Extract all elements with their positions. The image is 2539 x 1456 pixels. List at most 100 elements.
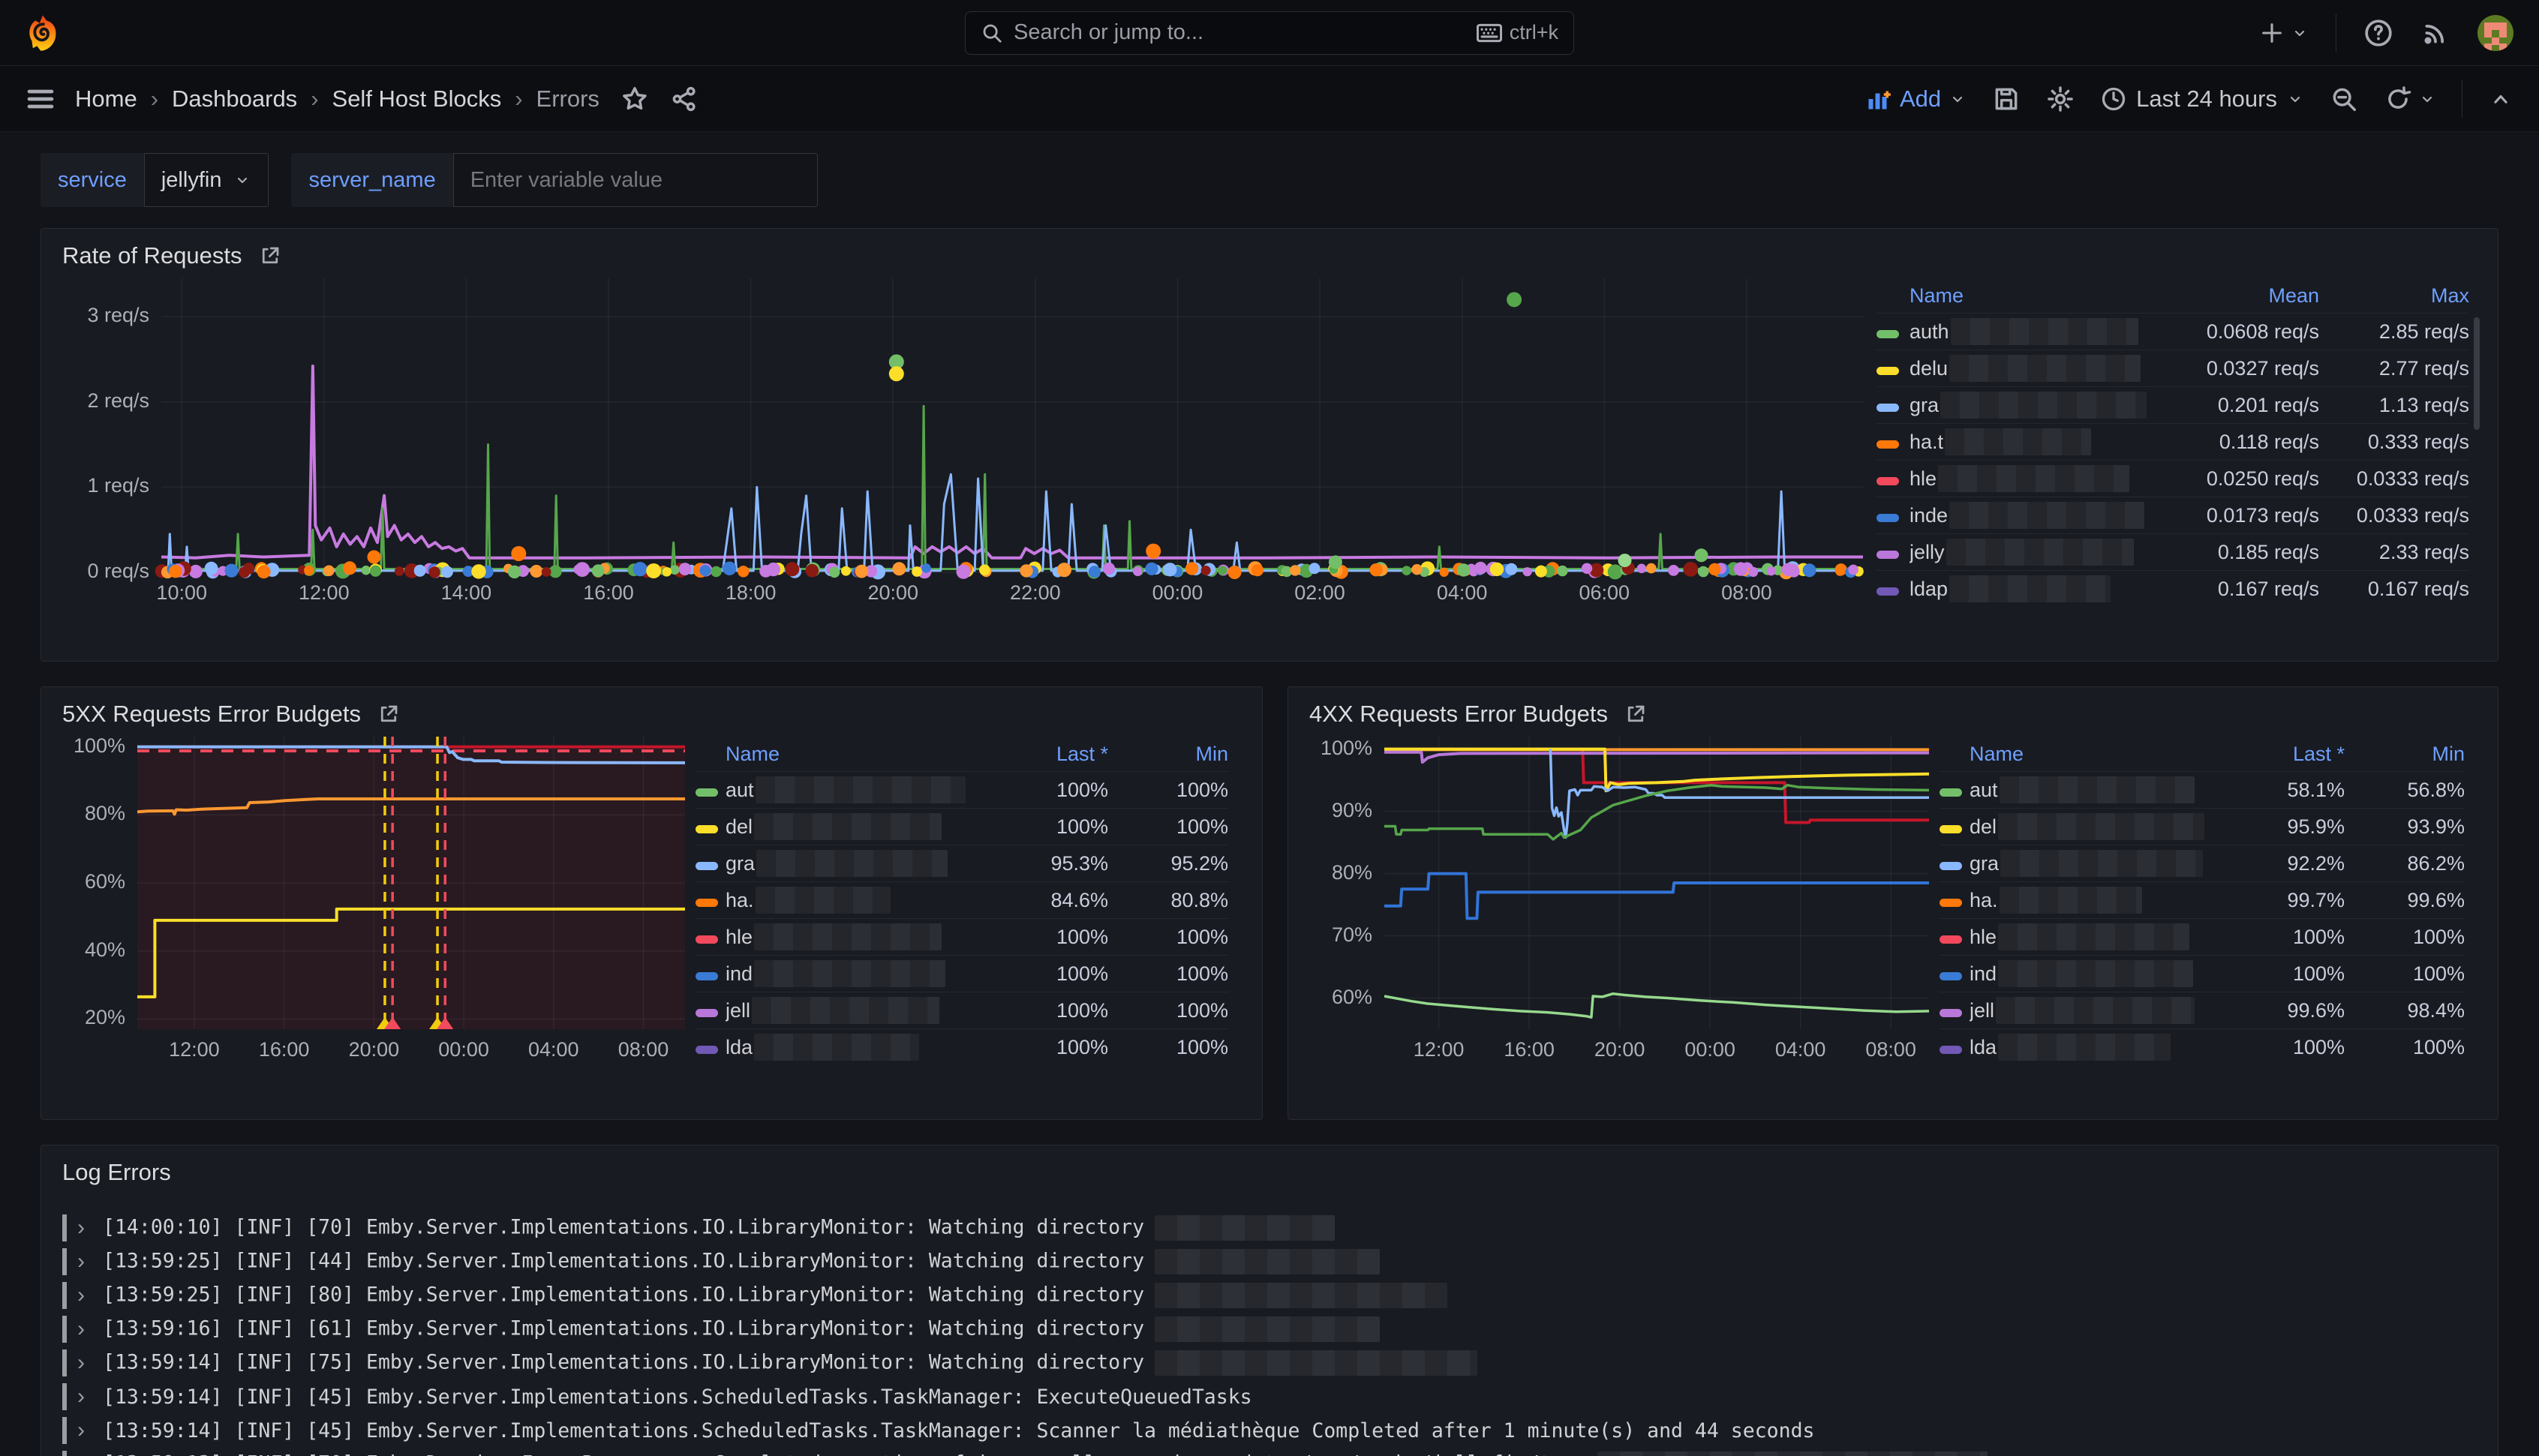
log-line[interactable]: ›[13:59:25] [INF] [44] Emby.Server.Imple…: [62, 1245, 2477, 1278]
new-button[interactable]: [2259, 20, 2309, 46]
expand-chevron-icon[interactable]: ›: [77, 1384, 103, 1409]
user-avatar[interactable]: [2477, 15, 2513, 51]
legend-col-2[interactable]: Min: [1108, 743, 1228, 766]
series-color-pill: [1940, 899, 1962, 907]
legend-row[interactable]: lda100%100%: [1940, 1028, 2465, 1065]
legend-row[interactable]: gra92.2%86.2%: [1940, 845, 2465, 881]
log-line[interactable]: ›[13:59:13] [INF] [70] Emby.Drawing.Imag…: [62, 1448, 2477, 1456]
series-name: ha.: [726, 887, 973, 914]
series-name: jelly: [1910, 539, 2147, 566]
mega-menu-icon[interactable]: [26, 84, 56, 114]
series-name: del: [1970, 813, 2210, 840]
series-value: 58.1%: [2210, 779, 2345, 802]
legend-row[interactable]: jell100%100%: [696, 992, 1228, 1028]
log-line[interactable]: ›[13:59:14] [INF] [45] Emby.Server.Imple…: [62, 1414, 2477, 1447]
legend-row[interactable]: delu0.0327 req/s2.77 req/s: [1876, 350, 2469, 386]
breadcrumb-item[interactable]: Home: [75, 86, 137, 113]
expand-chevron-icon[interactable]: ›: [77, 1451, 103, 1456]
legend-row[interactable]: aut58.1%56.8%: [1940, 771, 2465, 808]
external-link-icon[interactable]: [377, 703, 400, 725]
log-line[interactable]: ›[13:59:14] [INF] [45] Emby.Server.Imple…: [62, 1380, 2477, 1413]
legend-col-name[interactable]: Name: [726, 743, 973, 766]
expand-chevron-icon[interactable]: ›: [77, 1215, 103, 1241]
expand-chevron-icon[interactable]: ›: [77, 1249, 103, 1274]
redacted-text: [1949, 355, 2141, 382]
add-button[interactable]: Add: [1865, 86, 1967, 113]
redacted-text: [2000, 776, 2195, 803]
time-range-picker[interactable]: Last 24 hours: [2100, 86, 2304, 113]
zoom-out-icon[interactable]: [2330, 85, 2358, 113]
legend-row[interactable]: hle100%100%: [1940, 918, 2465, 955]
panel-title[interactable]: 4XX Requests Error Budgets: [1309, 701, 1608, 728]
legend-scrollbar[interactable]: [2474, 317, 2480, 430]
redacted-text: [756, 850, 948, 877]
legend-row[interactable]: hle100%100%: [696, 918, 1228, 955]
log-line[interactable]: ›[14:00:10] [INF] [70] Emby.Server.Imple…: [62, 1211, 2477, 1244]
search-input[interactable]: Search or jump to... ctrl+k: [965, 11, 1574, 55]
breadcrumb: Home›Dashboards›Self Host Blocks›Errors: [75, 86, 599, 113]
legend-row[interactable]: inde0.0173 req/s0.0333 req/s: [1876, 497, 2469, 533]
series-value: 80.8%: [1108, 889, 1228, 912]
rate-of-requests-chart[interactable]: [161, 278, 1863, 572]
legend-row[interactable]: jelly0.185 req/s2.33 req/s: [1876, 533, 2469, 570]
breadcrumb-separator-icon: ›: [151, 86, 158, 113]
legend-row[interactable]: gra95.3%95.2%: [696, 845, 1228, 881]
series-value: 100%: [2345, 926, 2465, 949]
expand-chevron-icon[interactable]: ›: [77, 1350, 103, 1376]
log-line[interactable]: ›[13:59:16] [INF] [61] Emby.Server.Imple…: [62, 1313, 2477, 1346]
log-line[interactable]: ›[13:59:14] [INF] [75] Emby.Server.Imple…: [62, 1346, 2477, 1379]
share-icon[interactable]: [670, 85, 699, 113]
legend-col-1[interactable]: Mean: [2147, 284, 2319, 308]
server-name-variable-input[interactable]: Enter variable value: [453, 153, 818, 207]
legend-row[interactable]: ha.99.7%99.6%: [1940, 881, 2465, 918]
legend-row[interactable]: jell99.6%98.4%: [1940, 992, 2465, 1028]
legend-row[interactable]: auth0.0608 req/s2.85 req/s: [1876, 313, 2469, 350]
series-value: 100%: [1108, 999, 1228, 1022]
panel-title[interactable]: Rate of Requests: [62, 242, 242, 269]
legend-row[interactable]: ind100%100%: [696, 955, 1228, 992]
external-link-icon[interactable]: [259, 245, 281, 267]
4xx-error-budget-chart[interactable]: [1384, 737, 1929, 1029]
refresh-button[interactable]: [2384, 85, 2436, 113]
legend-row[interactable]: aut100%100%: [696, 771, 1228, 808]
settings-gear-icon[interactable]: [2046, 85, 2075, 113]
series-value: 0.333 req/s: [2319, 431, 2469, 454]
legend-row[interactable]: del100%100%: [696, 808, 1228, 845]
expand-chevron-icon[interactable]: ›: [77, 1418, 103, 1443]
rss-icon: [2420, 18, 2450, 48]
log-line[interactable]: ›[13:59:25] [INF] [80] Emby.Server.Imple…: [62, 1279, 2477, 1312]
breadcrumb-item[interactable]: Dashboards: [172, 86, 297, 113]
legend-row[interactable]: ldap0.167 req/s0.167 req/s: [1876, 570, 2469, 607]
legend-row[interactable]: del95.9%93.9%: [1940, 808, 2465, 845]
legend-col-name[interactable]: Name: [1970, 743, 2210, 766]
legend-col-name[interactable]: Name: [1910, 284, 2147, 308]
legend-col-1[interactable]: Last *: [2210, 743, 2345, 766]
redacted-text: [1998, 1034, 2171, 1061]
expand-chevron-icon[interactable]: ›: [77, 1283, 103, 1308]
panel-title[interactable]: 5XX Requests Error Budgets: [62, 701, 361, 728]
panel-title[interactable]: Log Errors: [62, 1159, 171, 1186]
legend-row[interactable]: ind100%100%: [1940, 955, 2465, 992]
service-variable-select[interactable]: jellyfin: [144, 153, 269, 207]
legend-row[interactable]: ha.t0.118 req/s0.333 req/s: [1876, 423, 2469, 460]
legend-col-1[interactable]: Last *: [973, 743, 1108, 766]
star-icon[interactable]: [620, 85, 649, 113]
legend-col-2[interactable]: Min: [2345, 743, 2465, 766]
help-button[interactable]: [2363, 18, 2393, 48]
4xx-legend-table: NameLast *Min aut58.1%56.8%del95.9%93.9%g…: [1940, 737, 2465, 1068]
legend-row[interactable]: ha.84.6%80.8%: [696, 881, 1228, 918]
series-value: 93.9%: [2345, 815, 2465, 839]
legend-row[interactable]: gra0.201 req/s1.13 req/s: [1876, 386, 2469, 423]
news-button[interactable]: [2420, 18, 2450, 48]
grafana-logo[interactable]: [26, 14, 60, 52]
expand-chevron-icon[interactable]: ›: [77, 1316, 103, 1342]
breadcrumb-item[interactable]: Self Host Blocks: [332, 86, 502, 113]
x-axis-labels: 12:0016:0020:0000:0004:0008:00: [137, 1029, 685, 1068]
legend-row[interactable]: lda100%100%: [696, 1028, 1228, 1065]
legend-col-2[interactable]: Max: [2319, 284, 2469, 308]
save-dashboard-icon[interactable]: [1992, 85, 2021, 113]
legend-row[interactable]: hle0.0250 req/s0.0333 req/s: [1876, 460, 2469, 497]
5xx-error-budget-chart[interactable]: [137, 737, 685, 1029]
external-link-icon[interactable]: [1624, 703, 1647, 725]
collapse-caret-up-icon[interactable]: [2488, 86, 2513, 112]
